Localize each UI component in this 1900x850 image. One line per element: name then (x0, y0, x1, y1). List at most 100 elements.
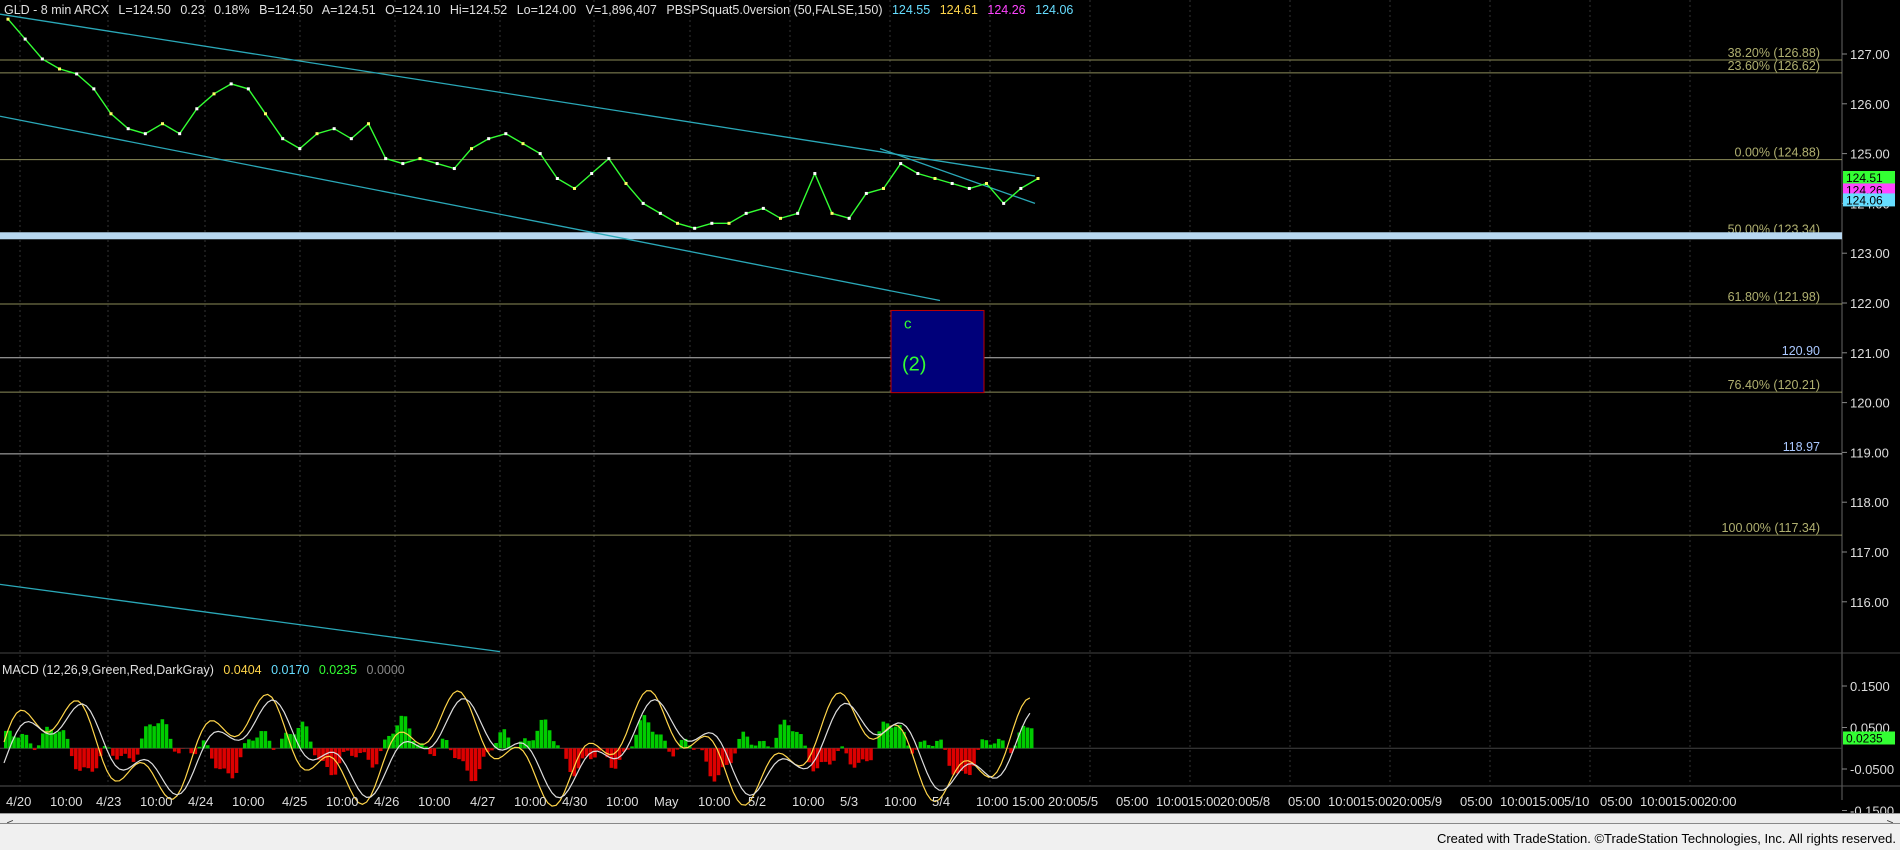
study-name: PBSPSquat5.0version (50,FALSE,150) (666, 3, 883, 17)
macd-histogram-bar (28, 743, 33, 749)
macd-histogram-bar (1001, 740, 1005, 749)
price-point (452, 167, 456, 171)
macd-histogram-bar (69, 748, 74, 757)
time-axis-label: 10:00 (976, 794, 1009, 809)
macd-histogram-bar (131, 748, 136, 762)
macd-histogram-bar (49, 729, 53, 749)
macd-histogram-bar (852, 748, 857, 768)
macd-histogram-bar (210, 748, 214, 759)
time-axis-label: 10:00 (514, 794, 547, 809)
time-axis-label: 10:00 (698, 794, 731, 809)
fib-label: 76.40% (120.21) (1728, 378, 1820, 392)
macd-histogram-bar (308, 741, 313, 749)
macd-histogram-bar (848, 748, 853, 765)
macd-histogram-bar (444, 740, 449, 749)
macd-histogram-bar (568, 748, 573, 773)
price-tick-label: 118.00 (1850, 495, 1889, 510)
time-axis-label: 05:00 (1116, 794, 1149, 809)
macd-histogram-bar (448, 748, 453, 751)
macd-histogram-bar (547, 730, 552, 749)
price-point (779, 216, 782, 220)
macd-histogram-bar (263, 731, 268, 749)
macd-histogram-bar (865, 748, 869, 762)
macd-histogram-bar (708, 748, 713, 777)
macd-histogram-bar (354, 748, 358, 758)
macd-histogram-bar (774, 737, 779, 749)
macd-histogram-bar (498, 732, 502, 749)
macd-histogram-bar (436, 747, 441, 749)
price-point (985, 181, 988, 185)
macd-histogram-bar (247, 739, 251, 749)
price-point (1002, 201, 1006, 205)
time-axis-label: 10:00 (1500, 794, 1533, 809)
study-value-4: 124.06 (1035, 3, 1074, 17)
macd-histogram-bar (144, 726, 148, 749)
price-point (761, 206, 765, 210)
price-point (590, 172, 594, 176)
price-point (710, 221, 714, 225)
macd-histogram-bar (177, 748, 181, 754)
macd-histogram-bar (362, 748, 367, 753)
macd-histogram-bar (304, 726, 309, 749)
macd-histogram-bar (745, 736, 750, 749)
price-point (796, 211, 800, 215)
level-label: 118.97 (1783, 440, 1820, 454)
time-axis-label: 10:00 (232, 794, 265, 809)
macd-histogram-bar (782, 719, 787, 749)
time-axis-label: 10:00 (606, 794, 639, 809)
price-point (607, 157, 611, 161)
price-point (658, 211, 662, 215)
macd-histogram-bar (803, 745, 807, 749)
price-point (349, 137, 353, 141)
macd-value-3: 0.0235 (318, 663, 358, 677)
macd-histogram-bar (564, 748, 568, 759)
macd-histogram-bar (931, 745, 935, 749)
macd-histogram-bar (152, 726, 156, 749)
macd-histogram-bar (226, 748, 231, 774)
time-axis-label: 15:00 (1532, 794, 1565, 809)
macd-histogram-bar (156, 723, 161, 749)
macd-histogram-bar (531, 740, 535, 749)
macd-histogram-bar (20, 733, 25, 749)
macd-histogram-bar (366, 748, 371, 760)
time-axis-label: 10:00 (1156, 794, 1189, 809)
macd-histogram-bar (799, 734, 803, 749)
price-point (418, 157, 422, 161)
macd-histogram-bar (16, 737, 20, 749)
high: Hi=124.52 (449, 3, 508, 17)
time-axis-label: 4/26 (374, 794, 399, 809)
macd-tick-label: 0.1500 (1850, 679, 1890, 694)
macd-histogram-bar (502, 729, 507, 749)
macd-histogram-bar (432, 748, 437, 756)
price-point (676, 221, 679, 225)
macd-histogram-bar (115, 748, 119, 760)
macd-histogram-bar (659, 734, 663, 749)
macd-histogram-bar (453, 748, 457, 759)
macd-histogram-bar (737, 738, 741, 749)
macd-histogram-bar (996, 738, 1001, 749)
price-point (470, 147, 473, 151)
chart-header: GLD - 8 min ARCX L=124.50 0.23 0.18% B=1… (4, 3, 1079, 17)
price-point (864, 191, 868, 195)
macd-histogram-bar (259, 731, 264, 749)
price-point (538, 152, 542, 156)
macd-value-4: 0.0000 (366, 663, 405, 677)
macd-histogram-bar (168, 738, 173, 749)
price-point (195, 107, 199, 111)
time-axis-label: 5/9 (1424, 794, 1442, 809)
macd-histogram-bar (267, 740, 272, 749)
macd-histogram-bar (94, 748, 99, 769)
fib-label: 23.60% (126.62) (1728, 59, 1820, 73)
wave-label-c: c (904, 315, 912, 332)
price-tick-label: 123.00 (1850, 246, 1890, 261)
macd-histogram-bar (700, 748, 704, 751)
time-axis-label: 5/8 (1252, 794, 1270, 809)
price-point (109, 112, 113, 116)
price-point (143, 132, 147, 136)
study-value-3: 124.26 (987, 3, 1026, 17)
time-axis-label: 5/10 (1564, 794, 1589, 809)
macd-histogram-bar (465, 748, 470, 771)
macd-histogram-bar (139, 738, 144, 749)
change: 0.23 (180, 3, 205, 17)
macd-histogram-bar (976, 748, 980, 750)
